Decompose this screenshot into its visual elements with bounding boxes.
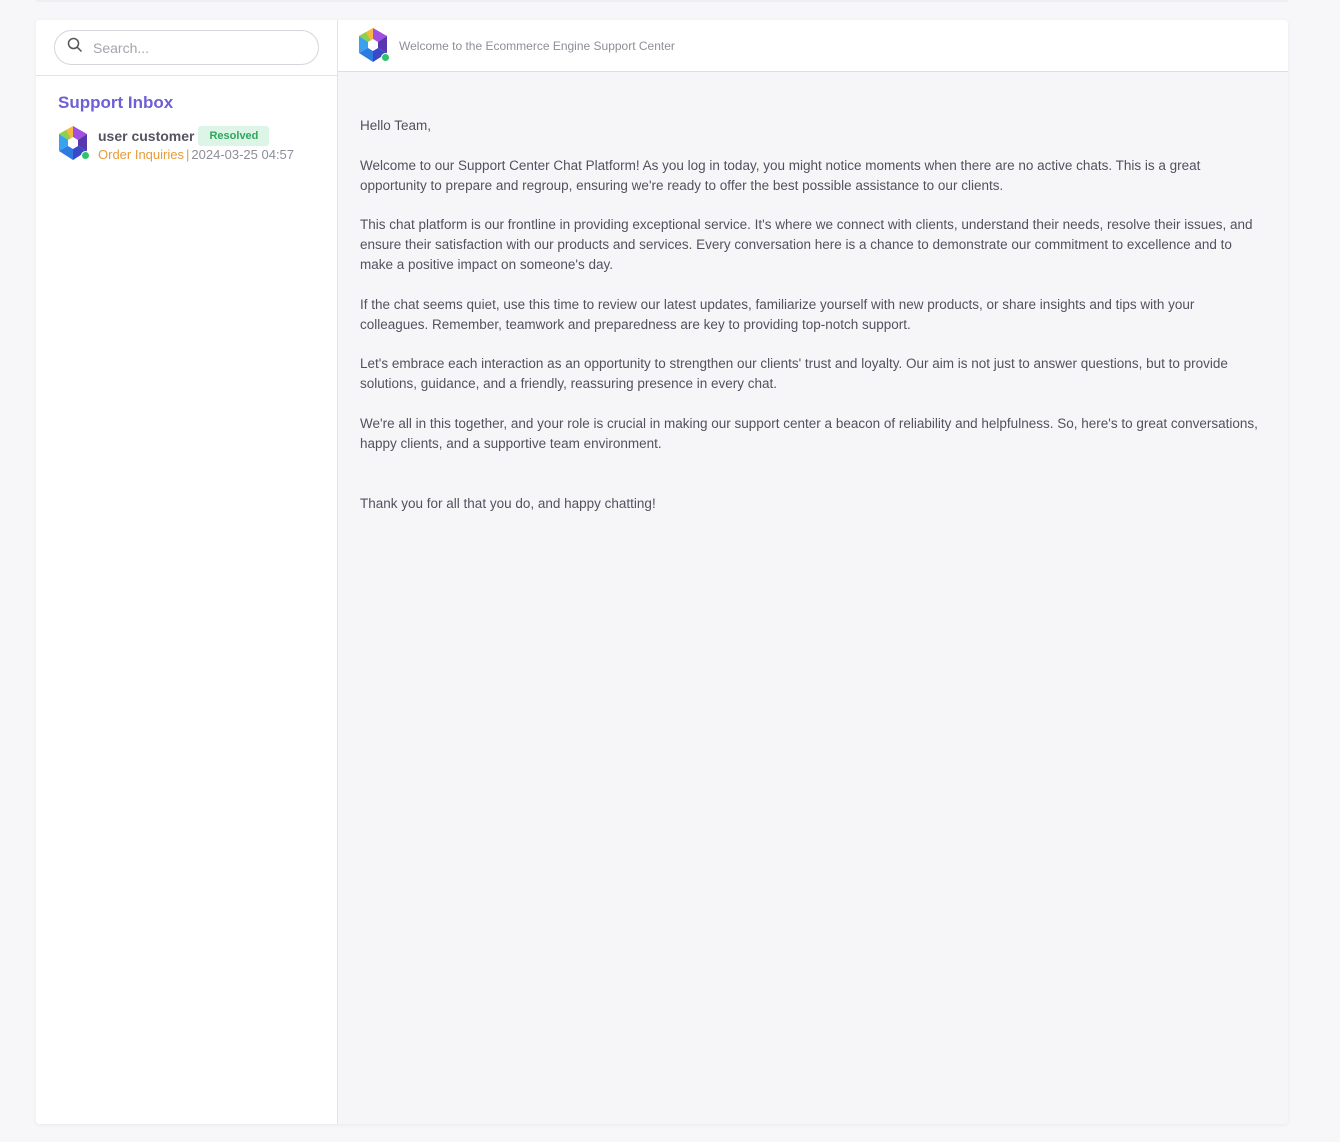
online-status-dot xyxy=(81,151,90,160)
support-app: Support Inbox user customer Resolved xyxy=(36,20,1288,1124)
status-badge: Resolved xyxy=(198,126,270,146)
inbox-title: Support Inbox xyxy=(58,93,174,112)
message-paragraph: Hello Team, xyxy=(360,118,432,133)
avatar xyxy=(58,126,90,162)
header-title: Welcome to the Ecommerce Engine Support … xyxy=(399,38,675,53)
conversation-item[interactable]: user customer Resolved Order Inquiries | 2… xyxy=(36,113,337,162)
header-avatar xyxy=(358,27,390,64)
welcome-message: Hello Team, Welcome to our Support Cente… xyxy=(338,72,1288,533)
sidebar: Support Inbox user customer Resolved xyxy=(36,20,338,1124)
search-box[interactable] xyxy=(54,30,319,65)
message-paragraph: This chat platform is our frontline in p… xyxy=(360,217,1253,272)
message-paragraph: If the chat seems quiet, use this time t… xyxy=(360,296,1195,332)
separator: | xyxy=(185,147,190,162)
customer-name: user customer xyxy=(98,128,195,144)
online-status-dot xyxy=(381,52,390,62)
message-paragraph: Let's embrace each interaction as an opp… xyxy=(360,356,1228,391)
message-signoff: Thank you for all that you do, and happy… xyxy=(360,495,656,511)
chat-header: Welcome to the Ecommerce Engine Support … xyxy=(338,20,1288,72)
message-paragraph: Welcome to our Support Center Chat Platf… xyxy=(360,157,1201,193)
message-paragraph: We're all in this together, and your rol… xyxy=(360,415,1258,451)
search-area xyxy=(36,20,337,76)
top-strip xyxy=(36,0,1288,2)
chat-panel: Welcome to the Ecommerce Engine Support … xyxy=(338,20,1288,1124)
search-input[interactable] xyxy=(93,39,293,56)
conversation-timestamp: 2024-03-25 04:57 xyxy=(191,147,295,162)
conversation-category: Order Inquiries xyxy=(98,147,184,162)
search-icon xyxy=(67,37,83,58)
